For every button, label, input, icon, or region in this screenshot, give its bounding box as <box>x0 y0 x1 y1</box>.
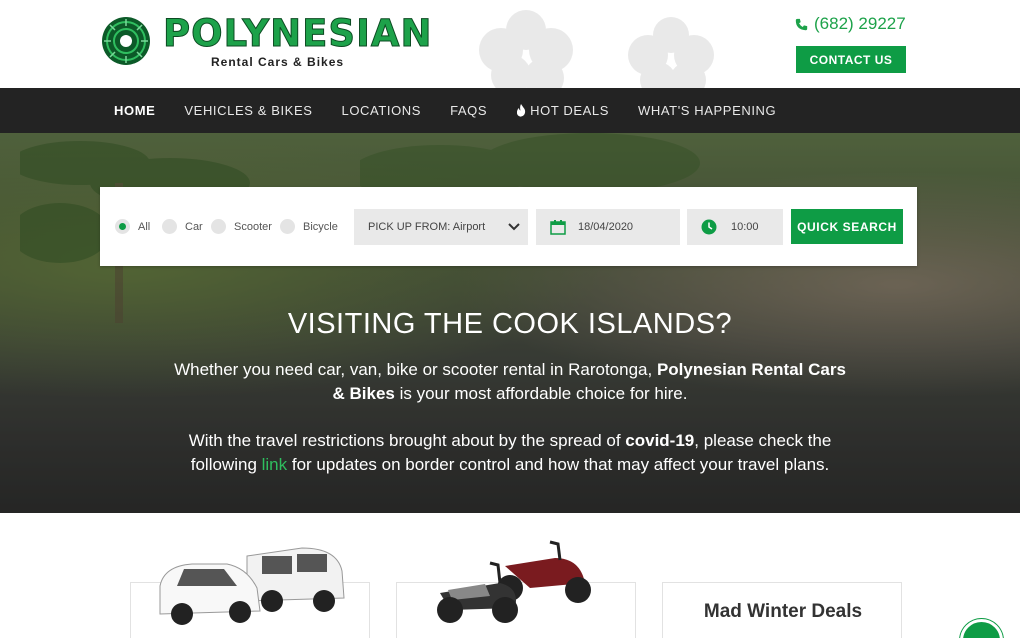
main-nav: HOME VEHICLES & BIKES LOCATIONS FAQS HOT… <box>0 88 1020 133</box>
type-radio-bicycle[interactable]: Bicycle <box>280 219 338 234</box>
radio-icon <box>280 219 295 234</box>
chat-widget-button[interactable] <box>960 619 1003 638</box>
hero-intro-text: is your most affordable choice for hire. <box>394 384 688 403</box>
deals-card[interactable]: Mad Winter Deals <box>662 582 902 638</box>
type-radio-car[interactable]: Car <box>162 219 203 234</box>
flame-icon <box>517 104 526 117</box>
radio-icon <box>162 219 177 234</box>
hero-title: VISITING THE COOK ISLANDS? <box>287 308 733 340</box>
logo-subtitle: Rental Cars & Bikes <box>211 55 345 69</box>
calendar-icon <box>550 220 566 235</box>
nav-item-hot-deals-label: HOT DEALS <box>530 103 609 118</box>
logo-wordmark[interactable]: Polynesian <box>162 13 432 54</box>
type-radio-scooter[interactable]: Scooter <box>211 219 272 234</box>
pickup-time-value: 10:00 <box>731 221 759 233</box>
nav-item-vehicles-bikes[interactable]: VEHICLES & BIKES <box>184 103 312 118</box>
hibiscus-decoration-icon <box>479 10 573 88</box>
pickup-date-value: 18/04/2020 <box>578 221 634 233</box>
nav-item-hot-deals[interactable]: HOT DEALS <box>516 103 609 118</box>
phone-icon <box>795 18 808 30</box>
type-radio-label: Bicycle <box>303 220 338 233</box>
scooters-image[interactable] <box>430 538 600 628</box>
type-radio-label: Scooter <box>234 220 272 233</box>
nav-item-faqs[interactable]: FAQS <box>450 103 487 118</box>
type-radio-label: All <box>138 220 151 233</box>
hero-intro-paragraph: Whether you need car, van, bike or scoot… <box>170 358 850 406</box>
chevron-down-icon <box>508 223 520 231</box>
phone-number-text: (682) 29227 <box>814 14 906 33</box>
pickup-location-value: PICK UP FROM: Airport <box>368 221 486 233</box>
pickup-date-field[interactable]: 18/04/2020 <box>536 209 680 245</box>
hero-intro-text: Whether you need car, van, bike or scoot… <box>174 360 657 379</box>
pickup-time-field[interactable]: 10:00 <box>687 209 783 245</box>
nav-item-locations[interactable]: LOCATIONS <box>342 103 422 118</box>
radio-selected-icon <box>115 219 130 234</box>
site-header: Polynesian Rental Cars & Bikes (682) 292… <box>0 0 1020 88</box>
nav-item-home[interactable]: HOME <box>114 103 155 118</box>
hero-covid-keyword: covid-19 <box>625 431 695 450</box>
contact-us-button[interactable]: CONTACT US <box>796 46 906 73</box>
radio-icon <box>211 219 226 234</box>
hero-covid-paragraph: With the travel restrictions brought abo… <box>170 429 850 477</box>
deals-card-title: Mad Winter Deals <box>703 601 863 622</box>
type-radio-label: Car <box>185 220 203 233</box>
hibiscus-decoration-icon <box>628 17 714 88</box>
pickup-location-select[interactable]: PICK UP FROM: Airport <box>354 209 528 245</box>
nav-item-whats-happening[interactable]: WHAT'S HAPPENING <box>638 103 776 118</box>
phone-number[interactable]: (682) 29227 <box>795 14 906 34</box>
type-radio-all[interactable]: All <box>115 219 150 234</box>
clock-icon <box>701 219 717 235</box>
hero-covid-text: With the travel restrictions brought abo… <box>188 431 626 450</box>
hero-covid-text: for updates on border control and how th… <box>287 455 830 474</box>
quick-search-button[interactable]: QUICK SEARCH <box>791 209 903 244</box>
car-and-van-image[interactable] <box>152 536 352 626</box>
logo-emblem-icon[interactable] <box>101 16 151 66</box>
covid-info-link[interactable]: link <box>262 455 288 474</box>
